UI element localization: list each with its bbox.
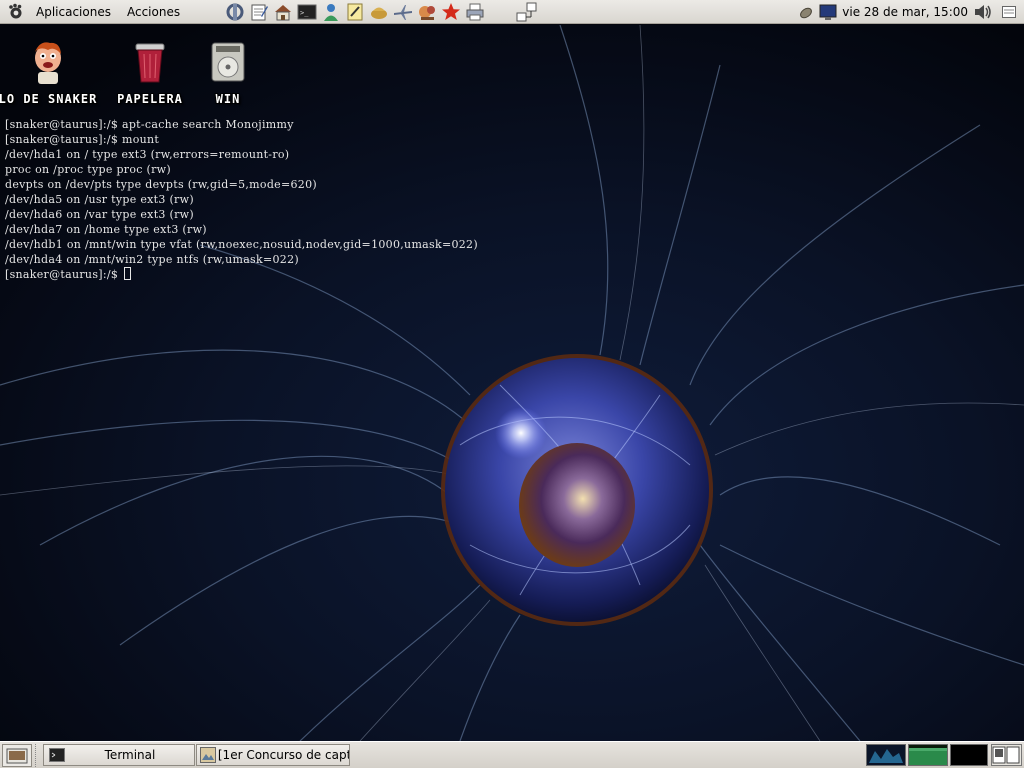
- launcher-bar: >_: [224, 0, 486, 24]
- panel-drag-handle[interactable]: [35, 744, 41, 767]
- terminal-line: /dev/hda4 on /mnt/win2 type ntfs (rw,uma…: [5, 253, 299, 266]
- system-tray: vie 28 de mar, 15:00: [795, 0, 1024, 24]
- terminal-line: [snaker@taurus]:/$ mount: [5, 133, 160, 146]
- notes-icon[interactable]: [344, 1, 366, 23]
- actions-menu[interactable]: Acciones: [119, 0, 188, 24]
- memory-monitor-graph[interactable]: [950, 744, 988, 766]
- home-folder-icon[interactable]: [272, 1, 294, 23]
- workspace-switcher[interactable]: [514, 2, 538, 22]
- terminal-icon[interactable]: >_: [296, 1, 318, 23]
- terminal-line: /dev/hda1 on / type ext3 (rw,errors=remo…: [5, 148, 290, 161]
- airplane-icon[interactable]: [392, 1, 414, 23]
- desktop-icon-label: WIN: [215, 92, 241, 106]
- top-panel: Aplicaciones Acciones >_ vie 28 de mar, …: [0, 0, 1024, 24]
- task-label: [1er Concurso de capturas: [217, 748, 349, 762]
- text-editor-icon[interactable]: [248, 1, 270, 23]
- terminal-prompt: [snaker@taurus]:/$: [5, 268, 122, 281]
- workspace-pager[interactable]: [991, 744, 1022, 766]
- cpu-monitor-graph[interactable]: [908, 744, 948, 766]
- network-tools-icon[interactable]: [224, 1, 246, 23]
- terminal-line: proc on /proc type proc (rw): [5, 163, 171, 176]
- window-list-icon[interactable]: [994, 1, 1024, 23]
- trash-icon: [126, 38, 174, 86]
- applications-menu[interactable]: Aplicaciones: [28, 0, 119, 24]
- image-viewer-icon: [199, 747, 217, 763]
- user-home-icon: [24, 38, 72, 86]
- show-desktop-button[interactable]: [2, 744, 32, 767]
- terminal-output[interactable]: [snaker@taurus]:/$ apt-cache search Mono…: [5, 117, 705, 282]
- terminal-line: [snaker@taurus]:/$ apt-cache search Mono…: [5, 118, 294, 131]
- task-terminal[interactable]: Terminal: [43, 744, 195, 766]
- star-icon[interactable]: [440, 1, 462, 23]
- volume-icon[interactable]: [972, 1, 994, 23]
- show-desktop-icon: [6, 748, 28, 763]
- workspace-1-thumbnail[interactable]: [866, 744, 906, 766]
- terminal-line: /dev/hda6 on /var type ext3 (rw): [5, 208, 194, 221]
- desktop-icon-label: LO DE SNAKER: [0, 92, 98, 106]
- drive-icon: [204, 38, 252, 86]
- printer-icon[interactable]: [464, 1, 486, 23]
- desktop-icon-drive[interactable]: WIN: [176, 38, 280, 106]
- gnome-foot-icon[interactable]: [4, 0, 28, 24]
- terminal-line: /dev/hda7 on /home type ext3 (rw): [5, 223, 207, 236]
- terminal-line: /dev/hdb1 on /mnt/win type vfat (rw,noex…: [5, 238, 478, 251]
- monitor-icon[interactable]: [817, 1, 839, 23]
- clock[interactable]: vie 28 de mar, 15:00: [842, 5, 968, 19]
- terminal-icon: [48, 747, 66, 763]
- email-icon[interactable]: [368, 1, 390, 23]
- terminal-prompt-line[interactable]: [snaker@taurus]:/$: [5, 267, 705, 282]
- task-label: Terminal: [104, 748, 156, 762]
- terminal-line: /dev/hda5 on /usr type ext3 (rw): [5, 193, 194, 206]
- game-icon[interactable]: [416, 1, 438, 23]
- text-cursor: [123, 267, 131, 280]
- user-icon[interactable]: [320, 1, 342, 23]
- terminal-line: devpts on /dev/pts type devpts (rw,gid=5…: [5, 178, 317, 191]
- task-image-viewer[interactable]: [1er Concurso de capturas: [196, 744, 350, 766]
- bottom-panel: Terminal [1er Concurso de capturas: [0, 741, 1024, 768]
- notification-icon[interactable]: [795, 1, 817, 23]
- svg-text:>_: >_: [300, 9, 309, 17]
- desktop-icon-user-home[interactable]: LO DE SNAKER: [0, 38, 100, 106]
